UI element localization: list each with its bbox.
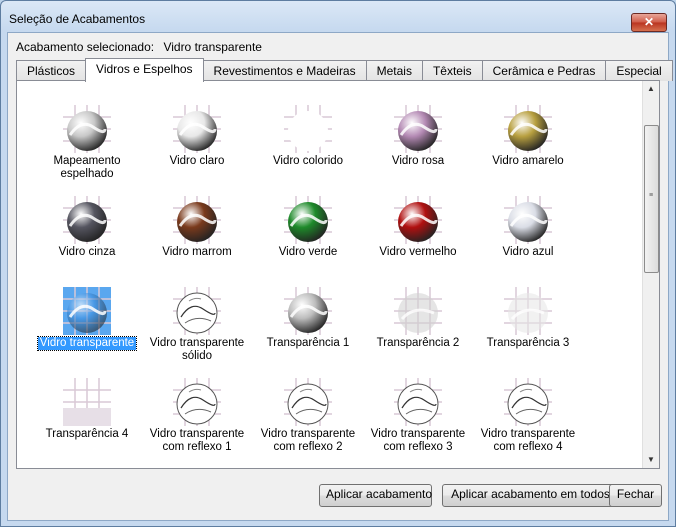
finish-panel: Mapeamento espelhado Vidro claro Vidro co… (16, 80, 660, 469)
finish-sphere-icon (394, 196, 442, 244)
finish-sphere-icon (504, 287, 552, 335)
finish-item-label: Vidro transparente sólido (149, 337, 245, 362)
finish-sphere-icon (63, 287, 111, 335)
finish-item[interactable]: Vidro transparente com reflexo 3 (368, 378, 468, 454)
finish-item[interactable]: Vidro azul (478, 196, 578, 259)
finish-item-label: Vidro colorido (272, 155, 344, 167)
finish-item[interactable]: Transparência 2 (368, 287, 468, 350)
finish-item-label: Transparência 1 (266, 337, 350, 349)
finish-sphere-icon (63, 105, 111, 153)
finish-item[interactable]: Vidro amarelo (478, 105, 578, 168)
finish-sphere-icon (173, 196, 221, 244)
vertical-scrollbar[interactable]: ▲ ≡ ▼ (642, 81, 659, 468)
finish-item[interactable]: Vidro marrom (147, 196, 247, 259)
finish-item[interactable]: Vidro transparente com reflexo 1 (147, 378, 247, 454)
finish-item-label: Mapeamento espelhado (53, 155, 121, 180)
finish-grid: Mapeamento espelhado Vidro claro Vidro co… (17, 81, 643, 468)
scrollbar-grip-icon: ≡ (649, 192, 654, 199)
tab-texteis[interactable]: Têxteis (421, 60, 483, 81)
finish-item-label: Vidro rosa (391, 155, 445, 167)
finish-sphere-icon (504, 196, 552, 244)
finish-sphere-icon (284, 378, 332, 426)
apply-finish-button[interactable]: Aplicar acabamento (319, 484, 432, 507)
finish-item-label: Transparência 2 (376, 337, 460, 349)
scroll-up-arrow-icon[interactable]: ▲ (643, 81, 659, 97)
finish-sphere-icon (173, 287, 221, 335)
finish-item[interactable]: Vidro claro (147, 105, 247, 168)
tab-metais[interactable]: Metais (365, 60, 423, 81)
finish-item-label: Vidro transparente (36, 336, 138, 351)
finish-item[interactable]: Transparência 3 (478, 287, 578, 350)
finish-item-label: Transparência 3 (486, 337, 570, 349)
finish-item-label: Vidro transparente com reflexo 2 (260, 428, 356, 453)
finish-item-label: Vidro transparente com reflexo 1 (149, 428, 245, 453)
finish-sphere-icon (284, 105, 332, 153)
finish-item[interactable]: Vidro transparente com reflexo 4 (478, 378, 578, 454)
finish-sphere-icon (63, 378, 111, 426)
finish-item-label: Vidro verde (278, 246, 338, 258)
selected-finish-row: Acabamento selecionado: Vidro transparen… (16, 40, 268, 54)
finish-sphere-icon (173, 105, 221, 153)
scroll-down-arrow-icon[interactable]: ▼ (643, 452, 659, 468)
finish-item[interactable]: Transparência 4 (37, 378, 137, 441)
tab-vidros-e-espelhos[interactable]: Vidros e Espelhos (85, 58, 204, 82)
finish-category-tabs: Plásticos Vidros e Espelhos Revestimentos … (16, 58, 673, 82)
close-window-button[interactable]: ✕ (631, 13, 667, 32)
finish-sphere-icon (63, 196, 111, 244)
title-bar: Seleção de Acabamentos ✕ (1, 1, 675, 33)
dialog-window: Seleção de Acabamentos ✕ Acabamento sele… (0, 0, 676, 527)
dialog-client-area: Acabamento selecionado: Vidro transparen… (7, 32, 673, 521)
tab-ceramica-e-pedras[interactable]: Cerâmica e Pedras (481, 60, 607, 81)
finish-sphere-icon (173, 378, 221, 426)
finish-item-label: Vidro azul (502, 246, 554, 258)
finish-sphere-icon (504, 378, 552, 426)
finish-item-label: Vidro transparente com reflexo 3 (370, 428, 466, 453)
tab-plasticos[interactable]: Plásticos (16, 60, 87, 81)
finish-item-label: Transparência 4 (45, 428, 129, 440)
finish-item[interactable]: Vidro transparente sólido (147, 287, 247, 363)
finish-item-label: Vidro claro (169, 155, 225, 167)
finish-sphere-icon (504, 105, 552, 153)
finish-item[interactable]: Vidro transparente com reflexo 2 (258, 378, 358, 454)
selected-finish-value: Vidro transparente (163, 40, 262, 54)
tab-especial[interactable]: Especial (605, 60, 673, 81)
finish-sphere-icon (394, 105, 442, 153)
scrollbar-thumb[interactable]: ≡ (644, 125, 659, 273)
finish-item-label: Vidro transparente com reflexo 4 (480, 428, 576, 453)
finish-item[interactable]: Vidro verde (258, 196, 358, 259)
finish-sphere-icon (284, 196, 332, 244)
finish-item-label: Vidro amarelo (492, 155, 564, 167)
window-title: Seleção de Acabamentos (9, 12, 146, 26)
selected-finish-label: Acabamento selecionado: (16, 40, 155, 54)
finish-item-label: Vidro vermelho (379, 246, 457, 258)
finish-item-label: Vidro cinza (58, 246, 116, 258)
finish-item[interactable]: Vidro rosa (368, 105, 468, 168)
finish-item[interactable]: Vidro colorido (258, 105, 358, 168)
finish-item[interactable]: Vidro transparente (36, 287, 138, 351)
apply-finish-all-button[interactable]: Aplicar acabamento em todos (442, 484, 619, 507)
finish-item[interactable]: Transparência 1 (258, 287, 358, 350)
finish-sphere-icon (394, 287, 442, 335)
close-button[interactable]: Fechar (609, 484, 662, 507)
tab-revestimentos-e-madeiras[interactable]: Revestimentos e Madeiras (202, 60, 367, 81)
finish-sphere-icon (394, 378, 442, 426)
finish-item[interactable]: Mapeamento espelhado (37, 105, 137, 181)
finish-sphere-icon (284, 287, 332, 335)
finish-item[interactable]: Vidro cinza (37, 196, 137, 259)
finish-item-label: Vidro marrom (162, 246, 232, 258)
finish-item[interactable]: Vidro vermelho (368, 196, 468, 259)
